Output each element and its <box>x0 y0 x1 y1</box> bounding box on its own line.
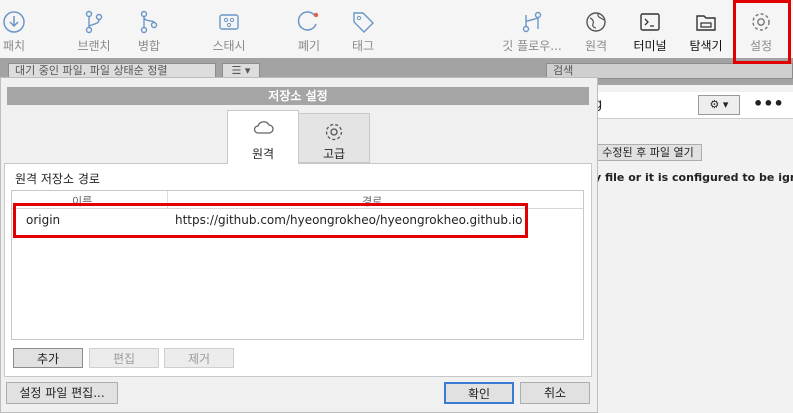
tab-advanced-label: 고급 <box>322 147 346 161</box>
patch-icon <box>3 11 25 33</box>
remote-icon <box>586 12 606 32</box>
diff-options-button[interactable]: ⚙ ▾ <box>698 95 740 115</box>
tab-advanced[interactable]: 고급 <box>298 113 370 163</box>
origin-row-highlight-box <box>13 203 528 238</box>
toolbar-stash-label: 스태시 <box>212 39 246 53</box>
cloud-icon <box>253 121 274 134</box>
edit-config-file-button[interactable]: 설정 파일 편집... <box>6 382 118 404</box>
gear-icon <box>325 123 343 141</box>
remote-paths-section: 원격 저장소 경로 이름 경로 origin https://github.co… <box>4 163 592 377</box>
list-icon: ☰ ▾ <box>231 64 251 77</box>
toolbar-git-flow-button[interactable]: 깃 플로우... <box>500 0 564 58</box>
tab-remote-label: 원격 <box>251 147 275 161</box>
explorer-icon <box>696 15 716 31</box>
section-title: 원격 저장소 경로 <box>15 172 100 186</box>
repository-settings-dialog: 저장소 설정 원격 고급 원격 저장소 경로 이름 경로 origin http… <box>0 77 598 413</box>
ignored-file-message: y file or it is configured to be ignor <box>594 171 793 184</box>
remove-remote-button[interactable]: 제거 <box>164 348 234 368</box>
discard-icon <box>297 11 319 31</box>
toolbar-merge-button[interactable]: 병합 <box>117 0 181 58</box>
settings-highlight-box <box>733 0 791 64</box>
stash-icon <box>219 14 239 30</box>
gear-icon: ⚙ ▾ <box>709 98 729 111</box>
cancel-button[interactable]: 취소 <box>520 382 590 404</box>
diff-panel: g ⚙ ▾ ••• 수정된 후 파일 열기 y file or it is co… <box>594 85 793 413</box>
merge-icon <box>140 10 158 34</box>
toolbar-patch-button[interactable]: 패치 <box>0 0 46 58</box>
diff-header: g ⚙ ▾ ••• <box>594 92 793 119</box>
tab-remote[interactable]: 원격 <box>227 110 299 164</box>
toolbar-git-flow-label: 깃 플로우... <box>502 39 562 53</box>
git-flow-icon <box>522 11 542 33</box>
toolbar-tag-button[interactable]: 태그 <box>331 0 395 58</box>
dialog-title: 저장소 설정 <box>7 87 589 105</box>
toolbar-patch-label: 패치 <box>2 39 26 53</box>
terminal-icon <box>640 13 660 31</box>
branch-icon <box>85 10 103 34</box>
add-remote-button[interactable]: 추가 <box>13 348 83 368</box>
toolbar-tag-label: 태그 <box>351 39 375 53</box>
toolbar-terminal-button[interactable]: 터미널 <box>618 0 682 58</box>
main-toolbar: 패치 브랜치 병합 스태시 폐기 태그 깃 플로우... 원격 터미널 탐색기 … <box>0 0 793 58</box>
toolbar-terminal-label: 터미널 <box>633 39 667 53</box>
tag-icon <box>353 12 374 33</box>
ok-button[interactable]: 확인 <box>444 382 514 404</box>
open-modified-file-button[interactable]: 수정된 후 파일 열기 <box>594 144 702 161</box>
toolbar-merge-label: 병합 <box>137 39 161 53</box>
more-icon[interactable]: ••• <box>753 94 784 113</box>
toolbar-stash-button[interactable]: 스태시 <box>197 0 261 58</box>
edit-remote-button[interactable]: 편집 <box>89 348 159 368</box>
